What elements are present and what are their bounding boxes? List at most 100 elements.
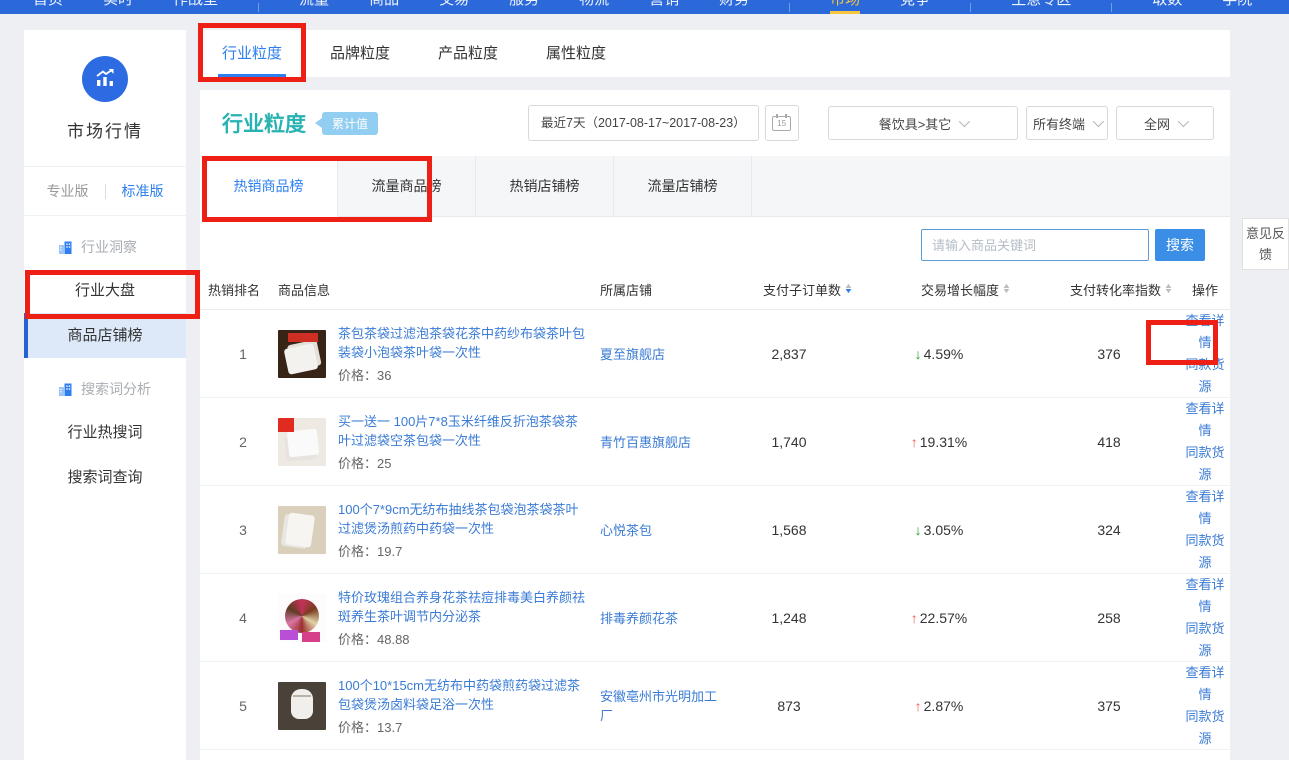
sort-icon[interactable]: ▲▼: [1165, 284, 1172, 294]
granularity-tab[interactable]: 行业粒度: [222, 30, 282, 77]
product-title-link[interactable]: 茶包茶袋过滤泡茶袋花茶中药纱布袋茶叶包装袋小泡袋茶叶袋一次性: [338, 324, 586, 362]
product-image[interactable]: [278, 330, 326, 378]
column-header[interactable]: 交易增长幅度▲▼: [860, 280, 1018, 299]
product-price: 价格：13.7: [338, 717, 586, 736]
top-nav: 首页 实时 作战室 流量 商品 交易 服务 物流 营销 财务 市场 竞争 生意专区 取数 学院: [0, 0, 1289, 14]
topnav-item[interactable]: 服务: [509, 0, 539, 14]
column-header[interactable]: 支付子订单数▲▼: [748, 280, 860, 299]
topnav-item[interactable]: 生意专区: [1011, 0, 1071, 14]
granularity-tab[interactable]: 品牌粒度: [330, 30, 390, 77]
calendar-icon[interactable]: 15: [765, 105, 799, 141]
actions-cell: 查看详情 同款货源: [1180, 310, 1230, 398]
topnav-item[interactable]: 商品: [369, 0, 399, 14]
filter-dropdown[interactable]: 全网: [1116, 106, 1214, 140]
version-tab[interactable]: 标准版: [122, 181, 164, 201]
product-title-link[interactable]: 100个7*9cm无纺布抽线茶包袋泡茶袋茶叶过滤煲汤煎药中药袋一次性: [338, 500, 586, 538]
sidebar-group-header: 行业洞察: [24, 226, 186, 268]
rank-subtab[interactable]: 流量店铺榜: [614, 156, 752, 217]
shop-link[interactable]: 排毒养颜花茶: [600, 609, 748, 628]
nav-divider: [258, 3, 259, 12]
topnav-item[interactable]: 取数: [1152, 0, 1182, 14]
nav-divider: [789, 3, 790, 12]
topnav-item[interactable]: 首页: [33, 0, 63, 14]
rank-cell: 5: [208, 698, 278, 714]
date-range-selector[interactable]: 最近7天（2017-08-17~2017-08-23）: [528, 105, 759, 141]
rank-subtab[interactable]: 热销商品榜: [200, 156, 338, 217]
topnav-item[interactable]: 财务: [719, 0, 749, 14]
sort-icon[interactable]: ▲▼: [845, 284, 852, 294]
topnav-item[interactable]: 实时: [103, 0, 133, 14]
orders-cell: 1,740: [748, 434, 860, 450]
nav-divider: [1111, 3, 1112, 12]
market-chart-icon: [82, 56, 128, 102]
product-title-link[interactable]: 特价玫瑰组合养身花茶祛痘排毒美白养颜祛斑养生茶叶调节内分泌茶: [338, 588, 586, 626]
shop-link[interactable]: 安徽亳州市光明加工厂: [600, 687, 748, 725]
view-detail-link[interactable]: 查看详情: [1180, 574, 1230, 618]
shop-link[interactable]: 心悦茶包: [600, 521, 748, 540]
sidebar-item[interactable]: 商品店铺榜: [24, 313, 186, 358]
product-info-cell: 特价玫瑰组合养身花茶祛痘排毒美白养颜祛斑养生茶叶调节内分泌茶 价格：48.88: [278, 588, 600, 648]
rank-subtab[interactable]: 热销店铺榜: [476, 156, 614, 217]
same-supply-link[interactable]: 同款货源: [1180, 706, 1230, 750]
growth-cell: ↓4.59%: [860, 346, 1018, 362]
building-icon: [58, 240, 73, 255]
sidebar-item[interactable]: 行业大盘: [24, 268, 186, 313]
product-image[interactable]: [278, 506, 326, 554]
divider: [105, 184, 106, 199]
product-image[interactable]: [278, 594, 326, 642]
rank-panel: 搜索 热销排名商品信息所属店铺支付子订单数▲▼交易增长幅度▲▼支付转化率指数▲▼…: [200, 217, 1230, 760]
chevron-down-icon: [959, 116, 970, 127]
sort-icon[interactable]: ▲▼: [1003, 284, 1010, 294]
topnav-item[interactable]: 作战室: [173, 0, 218, 14]
view-detail-link[interactable]: 查看详情: [1180, 486, 1230, 530]
product-price: 价格：36: [338, 365, 586, 384]
shop-link[interactable]: 青竹百惠旗舰店: [600, 433, 748, 452]
column-header[interactable]: 支付转化率指数▲▼: [1018, 280, 1180, 299]
sidebar-item[interactable]: 行业热搜词: [24, 410, 186, 455]
topnav-item[interactable]: 学院: [1222, 0, 1252, 14]
growth-arrow-icon: ↓: [915, 522, 922, 538]
view-detail-link[interactable]: 查看详情: [1180, 310, 1230, 354]
orders-cell: 1,568: [748, 522, 860, 538]
same-supply-link[interactable]: 同款货源: [1180, 618, 1230, 662]
product-info-cell: 买一送一 100片7*8玉米纤维反折泡茶袋茶叶过滤袋空茶包袋一次性 价格：25: [278, 412, 600, 472]
sidebar-group: 搜索词分析 行业热搜词搜索词查询: [24, 358, 186, 500]
view-detail-link[interactable]: 查看详情: [1180, 398, 1230, 442]
product-image[interactable]: [278, 682, 326, 730]
actions-cell: 查看详情 同款货源: [1180, 398, 1230, 486]
topnav-item[interactable]: 物流: [579, 0, 609, 14]
granularity-tab[interactable]: 属性粒度: [546, 30, 606, 77]
growth-arrow-icon: ↑: [911, 610, 918, 626]
sidebar-item[interactable]: 搜索词查询: [24, 455, 186, 500]
conversion-index-cell: 375: [1018, 698, 1180, 714]
filter-dropdown[interactable]: 所有终端: [1026, 106, 1108, 140]
topnav-item[interactable]: 流量: [299, 0, 329, 14]
orders-cell: 873: [748, 698, 860, 714]
app-root: 首页 实时 作战室 流量 商品 交易 服务 物流 营销 财务 市场 竞争 生意专区 取数 学院 市场行情 专…: [0, 0, 1289, 760]
app-title: 市场行情: [24, 117, 186, 142]
search-input[interactable]: [921, 229, 1149, 261]
product-title-link[interactable]: 100个10*15cm无纺布中药袋煎药袋过滤茶包袋煲汤卤料袋足浴一次性: [338, 676, 586, 714]
same-supply-link[interactable]: 同款货源: [1180, 530, 1230, 574]
search-button[interactable]: 搜索: [1155, 229, 1205, 261]
topnav-item[interactable]: 市场: [830, 0, 860, 14]
filter-dropdown[interactable]: 餐饮具>其它: [828, 106, 1018, 140]
shop-link[interactable]: 夏至旗舰店: [600, 345, 748, 364]
date-range-group: 最近7天（2017-08-17~2017-08-23） 15: [528, 105, 799, 141]
chevron-down-icon: [1178, 116, 1189, 127]
product-title-link[interactable]: 买一送一 100片7*8玉米纤维反折泡茶袋茶叶过滤袋空茶包袋一次性: [338, 412, 586, 450]
column-header: 操作: [1180, 280, 1230, 299]
feedback-button[interactable]: 意见反馈: [1242, 218, 1289, 270]
view-detail-link[interactable]: 查看详情: [1180, 662, 1230, 706]
same-supply-link[interactable]: 同款货源: [1180, 442, 1230, 486]
version-switch: 专业版 标准版: [24, 166, 186, 216]
version-tab[interactable]: 专业版: [47, 181, 89, 201]
topnav-item[interactable]: 交易: [439, 0, 469, 14]
table-header: 热销排名商品信息所属店铺支付子订单数▲▼交易增长幅度▲▼支付转化率指数▲▼操作: [200, 269, 1230, 310]
same-supply-link[interactable]: 同款货源: [1180, 354, 1230, 398]
rank-subtab[interactable]: 流量商品榜: [338, 156, 476, 217]
granularity-tab[interactable]: 产品粒度: [438, 30, 498, 77]
topnav-item[interactable]: 营销: [649, 0, 679, 14]
topnav-item[interactable]: 竞争: [900, 0, 930, 14]
product-image[interactable]: [278, 418, 326, 466]
